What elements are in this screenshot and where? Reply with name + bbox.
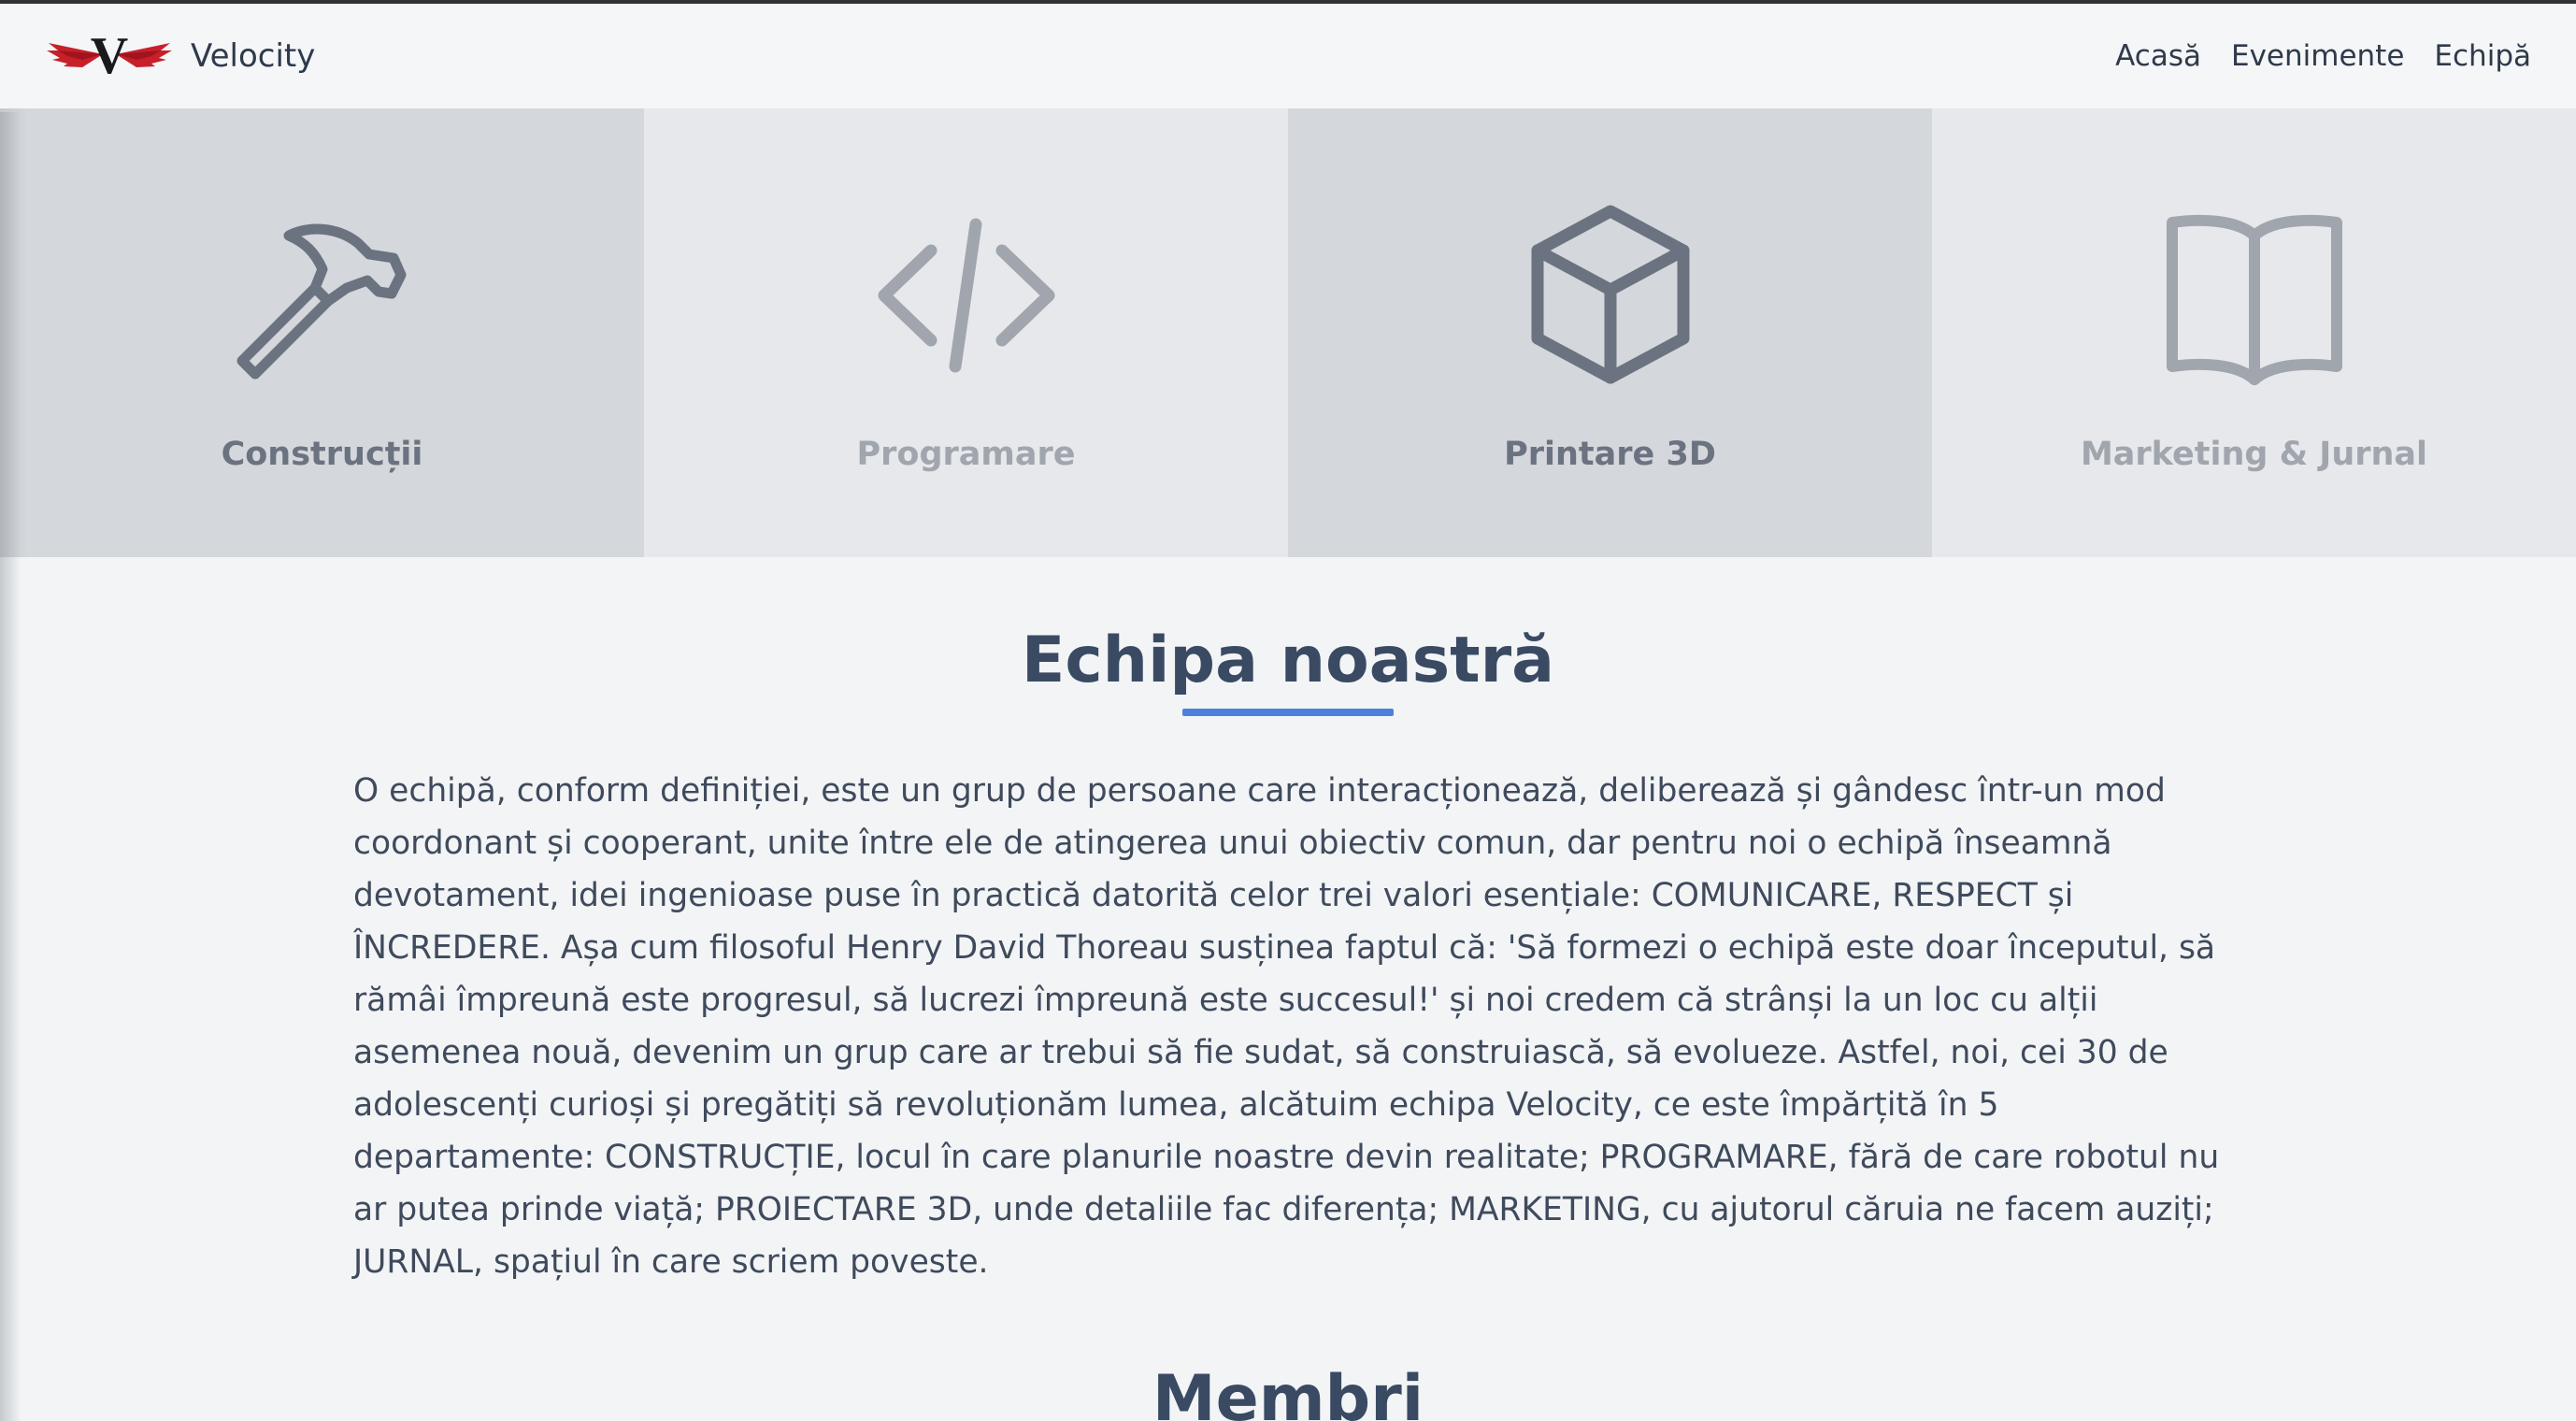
hammer-icon: [236, 223, 406, 380]
team-section: Echipa noastră O echipă, conform definiț…: [0, 557, 2576, 1421]
brand[interactable]: V Velocity: [45, 26, 315, 86]
nav-link-echipa[interactable]: Echipă: [2434, 39, 2531, 73]
nav-link-evenimente[interactable]: Evenimente: [2231, 39, 2404, 73]
dept-label: Printare 3D: [1504, 436, 1716, 473]
dept-label: Construcții: [221, 436, 423, 473]
team-title: Echipa noastră: [1021, 624, 1555, 697]
book-open-icon: [2166, 214, 2342, 385]
main-nav: Acasă Evenimente Echipă: [2115, 39, 2531, 73]
code-icon: [878, 218, 1054, 373]
brand-name[interactable]: Velocity: [191, 37, 315, 75]
dept-tile-marketing-jurnal[interactable]: Marketing & Jurnal: [1932, 108, 2576, 557]
departments-grid: Construcții Programare Printare 3D Marke…: [0, 108, 2576, 557]
cube-icon: [1531, 205, 1689, 384]
team-description: O echipă, conform definiției, este un gr…: [353, 771, 2220, 1281]
members-title: Membri: [1152, 1361, 1424, 1421]
dept-tile-printare-3d[interactable]: Printare 3D: [1288, 108, 1932, 557]
title-underline: [1182, 708, 1394, 716]
browser-viewport: V Velocity Acasă Evenimente Echipă Const…: [0, 0, 2576, 1421]
svg-text:V: V: [91, 27, 128, 85]
dept-tile-programare[interactable]: Programare: [644, 108, 1288, 557]
dept-label: Marketing & Jurnal: [2080, 436, 2428, 473]
nav-link-acasa[interactable]: Acasă: [2115, 39, 2201, 73]
dept-label: Programare: [856, 436, 1076, 473]
velocity-logo-icon: V: [47, 27, 172, 85]
dept-tile-constructii[interactable]: Construcții: [0, 108, 644, 557]
navbar: V Velocity Acasă Evenimente Echipă: [0, 4, 2576, 108]
